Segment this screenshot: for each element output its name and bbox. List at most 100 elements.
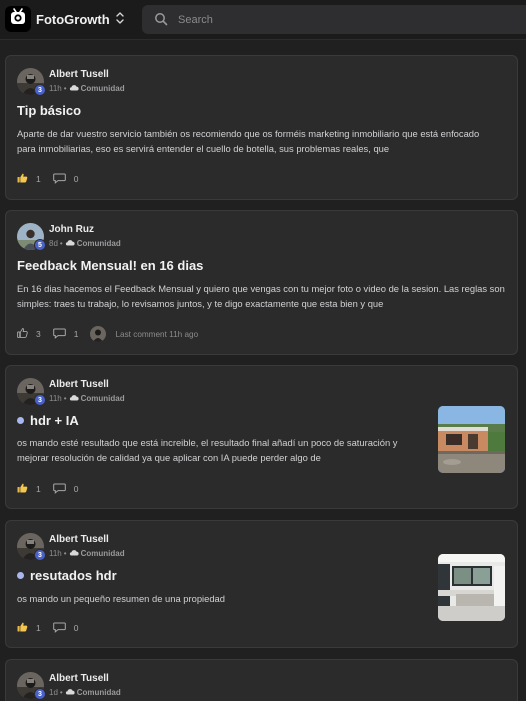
post-card[interactable]: 5 John Ruz 8d • Comunidad Feedback Mensu… xyxy=(5,210,518,355)
post-title-text[interactable]: Tip básico xyxy=(17,103,81,118)
comment-button[interactable]: 0 xyxy=(52,173,79,186)
post-thumbnail[interactable] xyxy=(438,406,505,473)
post-actions: 1 0 xyxy=(17,172,78,186)
search-bar[interactable] xyxy=(142,5,526,34)
author-name[interactable]: Albert Tusell xyxy=(49,534,109,545)
level-badge: 3 xyxy=(34,394,46,406)
post-title-text[interactable]: hdr + IA xyxy=(30,413,79,428)
comment-icon xyxy=(52,328,66,341)
level-badge: 3 xyxy=(34,688,46,700)
post-title[interactable]: Tip básico xyxy=(17,103,81,118)
like-button[interactable]: 3 xyxy=(17,328,41,340)
post-time: 11h xyxy=(49,394,62,403)
like-count: 1 xyxy=(36,623,41,633)
post-excerpt[interactable]: os mando esté resultado que está increib… xyxy=(17,435,427,465)
top-bar: FotoGrowth xyxy=(0,0,526,40)
comment-button[interactable]: 1 xyxy=(52,328,79,341)
cloud-icon xyxy=(65,239,75,248)
chevron-up-down-icon xyxy=(115,11,125,30)
unread-dot xyxy=(17,572,24,579)
level-badge: 3 xyxy=(34,549,46,561)
level-badge: 3 xyxy=(34,84,46,96)
post-excerpt[interactable]: os mando un pequeño resumen de una propi… xyxy=(17,591,427,607)
post-title-text[interactable]: Feedback Mensual! en 16 dias xyxy=(17,258,203,273)
community-switcher[interactable] xyxy=(112,10,128,30)
post-card[interactable]: 3 Albert Tusell 11h • Comunidad Tip bási… xyxy=(5,55,518,200)
meta-separator: • xyxy=(63,549,67,558)
category-label[interactable]: Comunidad xyxy=(77,239,121,248)
app-name[interactable]: FotoGrowth xyxy=(36,12,110,27)
post-title-text[interactable]: resutados hdr xyxy=(30,568,117,583)
post-card[interactable]: 3 Albert Tusell 11h • Comunidad resutado… xyxy=(5,520,518,648)
post-thumbnail[interactable] xyxy=(438,554,505,621)
avatar[interactable]: 5 xyxy=(17,223,46,251)
like-count: 1 xyxy=(36,484,41,494)
cloud-icon xyxy=(69,394,79,403)
cloud-icon xyxy=(69,84,79,93)
post-time: 1d xyxy=(49,688,58,697)
author-name[interactable]: Albert Tusell xyxy=(49,673,109,684)
comment-button[interactable]: 0 xyxy=(52,483,79,496)
meta-separator: • xyxy=(63,394,67,403)
comment-count: 0 xyxy=(73,623,79,633)
comment-icon xyxy=(52,483,66,496)
last-comment-time: Last comment 11h ago xyxy=(115,329,199,339)
like-button[interactable]: 1 xyxy=(17,483,41,495)
post-time: 11h xyxy=(49,84,62,93)
app-logo[interactable] xyxy=(5,6,31,32)
camera-badge-icon xyxy=(8,7,28,32)
cloud-icon xyxy=(69,549,79,558)
thumbs-up-filled-icon xyxy=(17,483,28,495)
avatar[interactable]: 3 xyxy=(17,672,46,700)
comment-button[interactable]: 0 xyxy=(52,622,79,635)
category-label[interactable]: Comunidad xyxy=(81,394,125,403)
post-meta: 11h • Comunidad xyxy=(49,549,125,558)
meta-separator: • xyxy=(59,239,63,248)
post-actions: 3 1 Last comment 11h ago xyxy=(17,326,199,342)
avatar[interactable]: 3 xyxy=(17,378,46,406)
category-label[interactable]: Comunidad xyxy=(81,549,125,558)
author-name[interactable]: Albert Tusell xyxy=(49,69,109,80)
like-count: 3 xyxy=(36,329,41,339)
post-actions: 1 0 xyxy=(17,482,78,496)
post-meta: 8d • Comunidad xyxy=(49,239,121,248)
post-title[interactable]: Feedback Mensual! en 16 dias xyxy=(17,258,203,273)
post-meta: 11h • Comunidad xyxy=(49,84,125,93)
post-title[interactable]: hdr + IA xyxy=(17,413,79,428)
post-card[interactable]: 3 Albert Tusell 1d • Comunidad xyxy=(5,659,518,701)
category-label[interactable]: Comunidad xyxy=(77,688,121,697)
post-time: 8d xyxy=(49,239,58,248)
comment-count: 0 xyxy=(73,174,79,184)
search-input[interactable] xyxy=(178,5,508,34)
thumbs-up-filled-icon xyxy=(17,622,28,634)
avatar[interactable]: 3 xyxy=(17,533,46,561)
post-title[interactable]: resutados hdr xyxy=(17,568,117,583)
post-meta: 11h • Comunidad xyxy=(49,394,125,403)
comment-count: 1 xyxy=(73,329,79,339)
post-excerpt[interactable]: Aparte de dar vuestro servicio también o… xyxy=(17,126,497,156)
like-button[interactable]: 1 xyxy=(17,173,41,185)
meta-separator: • xyxy=(59,688,63,697)
comment-icon xyxy=(52,173,66,186)
post-actions: 1 0 xyxy=(17,621,78,635)
comment-count: 0 xyxy=(73,484,79,494)
post-excerpt[interactable]: En 16 dias hacemos el Feedback Mensual y… xyxy=(17,281,507,311)
thumbs-up-filled-icon xyxy=(17,173,28,185)
post-time: 11h xyxy=(49,549,62,558)
post-card[interactable]: 3 Albert Tusell 11h • Comunidad hdr + IA… xyxy=(5,365,518,509)
avatar[interactable]: 3 xyxy=(17,68,46,96)
author-name[interactable]: John Ruz xyxy=(49,224,94,235)
level-badge: 5 xyxy=(34,239,46,251)
last-commenter-avatar[interactable] xyxy=(90,326,107,342)
author-name[interactable]: Albert Tusell xyxy=(49,379,109,390)
post-meta: 1d • Comunidad xyxy=(49,688,121,697)
thumbs-up-outline-icon xyxy=(17,328,28,340)
search-icon xyxy=(154,12,168,31)
category-label[interactable]: Comunidad xyxy=(81,84,125,93)
meta-separator: • xyxy=(63,84,67,93)
like-button[interactable]: 1 xyxy=(17,622,41,634)
like-count: 1 xyxy=(36,174,41,184)
cloud-icon xyxy=(65,688,75,697)
comment-icon xyxy=(52,622,66,635)
unread-dot xyxy=(17,417,24,424)
